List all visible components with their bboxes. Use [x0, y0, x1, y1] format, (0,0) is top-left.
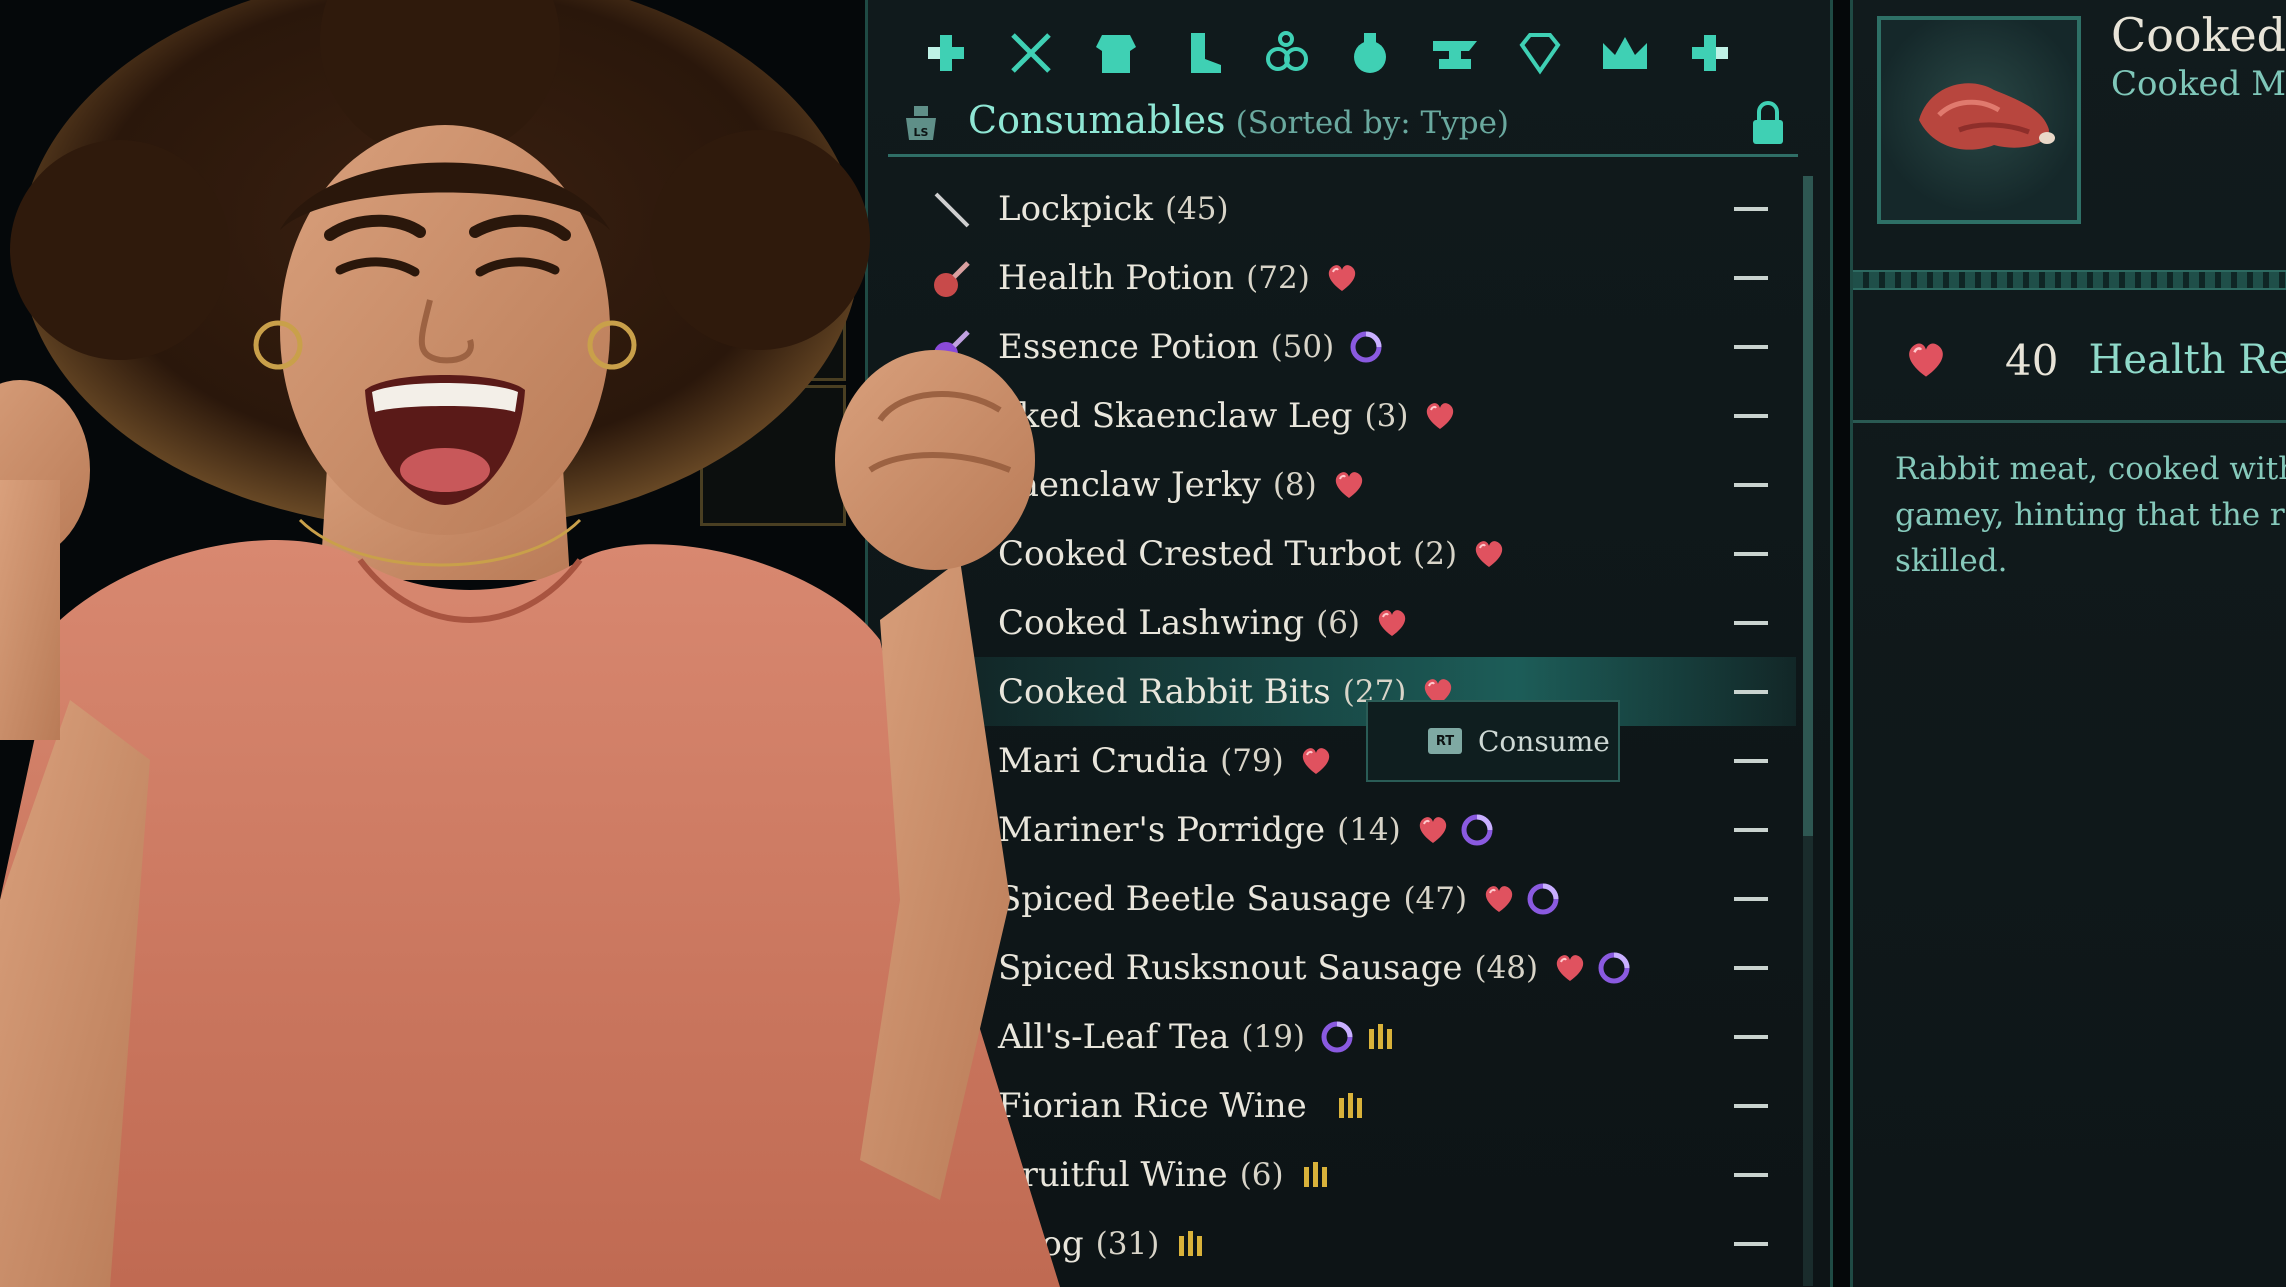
item-details-panel: Cooked Cooked Me 40 Health Re Rabbit mea… — [1850, 0, 2286, 1287]
item-description: Rabbit meat, cooked with gamey, hinting … — [1895, 446, 2286, 584]
item-count: (6) — [1316, 604, 1361, 641]
crown-icon[interactable] — [1597, 25, 1653, 81]
excited-woman-image — [0, 0, 1060, 1287]
item-effects — [1319, 1019, 1399, 1055]
item-count: (8) — [1272, 466, 1317, 503]
row-action-dash[interactable] — [1734, 345, 1768, 349]
row-action-dash[interactable] — [1734, 1173, 1768, 1177]
item-count: (2) — [1413, 535, 1458, 572]
item-count: (3) — [1364, 397, 1409, 434]
potion-bag-icon[interactable] — [1342, 25, 1398, 81]
description-line: skilled. — [1895, 543, 2008, 579]
heart-icon — [1331, 467, 1367, 503]
essence-icon — [1459, 812, 1495, 848]
description-line: Rabbit meat, cooked with — [1895, 451, 2286, 487]
heart-icon — [1324, 260, 1360, 296]
item-detail-subtitle: Cooked Me — [2111, 64, 2286, 104]
heart-icon — [1374, 605, 1410, 641]
heart-icon — [1903, 337, 1949, 383]
item-count: (6) — [1239, 1156, 1284, 1193]
dpad-right-icon[interactable] — [1682, 25, 1738, 81]
item-effects — [1552, 950, 1632, 986]
item-count: (14) — [1337, 811, 1401, 848]
boot-icon[interactable] — [1173, 25, 1229, 81]
row-action-dash[interactable] — [1734, 276, 1768, 280]
item-count: (31) — [1095, 1225, 1160, 1262]
stamina-icon — [1363, 1019, 1399, 1055]
stat-divider — [1853, 420, 2286, 423]
item-effects — [1415, 812, 1495, 848]
heart-icon — [1298, 743, 1334, 779]
item-count: (79) — [1220, 742, 1284, 779]
rabbit-meat-icon — [1919, 83, 2055, 150]
lock-icon[interactable] — [1748, 98, 1788, 148]
item-count: (19) — [1241, 1018, 1306, 1055]
detail-divider — [1853, 270, 2286, 290]
item-count: (47) — [1403, 880, 1468, 917]
item-effects — [1348, 329, 1384, 365]
item-count: (50) — [1270, 328, 1335, 365]
row-action-dash[interactable] — [1734, 621, 1768, 625]
heart-icon — [1471, 536, 1507, 572]
row-action-dash[interactable] — [1734, 1242, 1768, 1246]
item-count: (72) — [1246, 259, 1310, 296]
row-action-dash[interactable] — [1734, 828, 1768, 832]
sort-label[interactable]: (Sorted by: Type) — [1236, 105, 1509, 141]
item-effects — [1298, 743, 1334, 779]
item-count: (48) — [1474, 949, 1539, 986]
item-effects — [1374, 605, 1410, 641]
item-count: (45) — [1164, 190, 1229, 227]
item-effects — [1298, 1157, 1334, 1193]
row-action-dash[interactable] — [1734, 897, 1768, 901]
heart-icon — [1415, 812, 1451, 848]
stamina-icon — [1333, 1088, 1369, 1124]
row-action-dash[interactable] — [1734, 1035, 1768, 1039]
item-effects — [1331, 467, 1367, 503]
stat-value: 40 — [2005, 335, 2059, 385]
row-action-dash[interactable] — [1734, 207, 1768, 211]
consume-label: Consume — [1478, 724, 1610, 758]
stat-row: 40 Health Re — [1903, 330, 2286, 390]
stat-label: Health Re — [2088, 337, 2286, 383]
item-effects — [1422, 398, 1458, 434]
row-action-dash[interactable] — [1734, 414, 1768, 418]
heart-icon — [1481, 881, 1517, 917]
item-effects — [1333, 1088, 1369, 1124]
row-action-dash[interactable] — [1734, 966, 1768, 970]
scrollbar[interactable] — [1803, 176, 1813, 1286]
stamina-icon — [1173, 1226, 1209, 1262]
rt-button-icon: RT — [1428, 728, 1462, 754]
row-action-dash[interactable] — [1734, 552, 1768, 556]
item-effects — [1481, 881, 1561, 917]
row-action-dash[interactable] — [1734, 483, 1768, 487]
stamina-icon — [1298, 1157, 1334, 1193]
essence-icon — [1525, 881, 1561, 917]
heart-icon — [1552, 950, 1588, 986]
row-action-dash[interactable] — [1734, 1104, 1768, 1108]
item-effects — [1324, 260, 1360, 296]
item-preview — [1877, 16, 2081, 224]
gem-icon[interactable] — [1512, 25, 1568, 81]
row-action-dash[interactable] — [1734, 759, 1768, 763]
scrollbar-thumb[interactable] — [1803, 176, 1813, 836]
item-name: Spiced Rusksnout Sausage — [998, 947, 1463, 988]
anvil-icon[interactable] — [1427, 25, 1483, 81]
description-line: gamey, hinting that the ra — [1895, 497, 2286, 533]
essence-icon — [1319, 1019, 1355, 1055]
item-effects — [1173, 1226, 1209, 1262]
item-effects — [1471, 536, 1507, 572]
item-detail-title: Cooked — [2111, 8, 2286, 62]
armor-icon[interactable] — [1088, 25, 1144, 81]
essence-icon — [1596, 950, 1632, 986]
heart-icon — [1422, 398, 1458, 434]
consume-prompt[interactable]: RT Consume — [1366, 700, 1620, 782]
rings-icon[interactable] — [1258, 25, 1314, 81]
essence-icon — [1348, 329, 1384, 365]
row-action-dash[interactable] — [1734, 690, 1768, 694]
